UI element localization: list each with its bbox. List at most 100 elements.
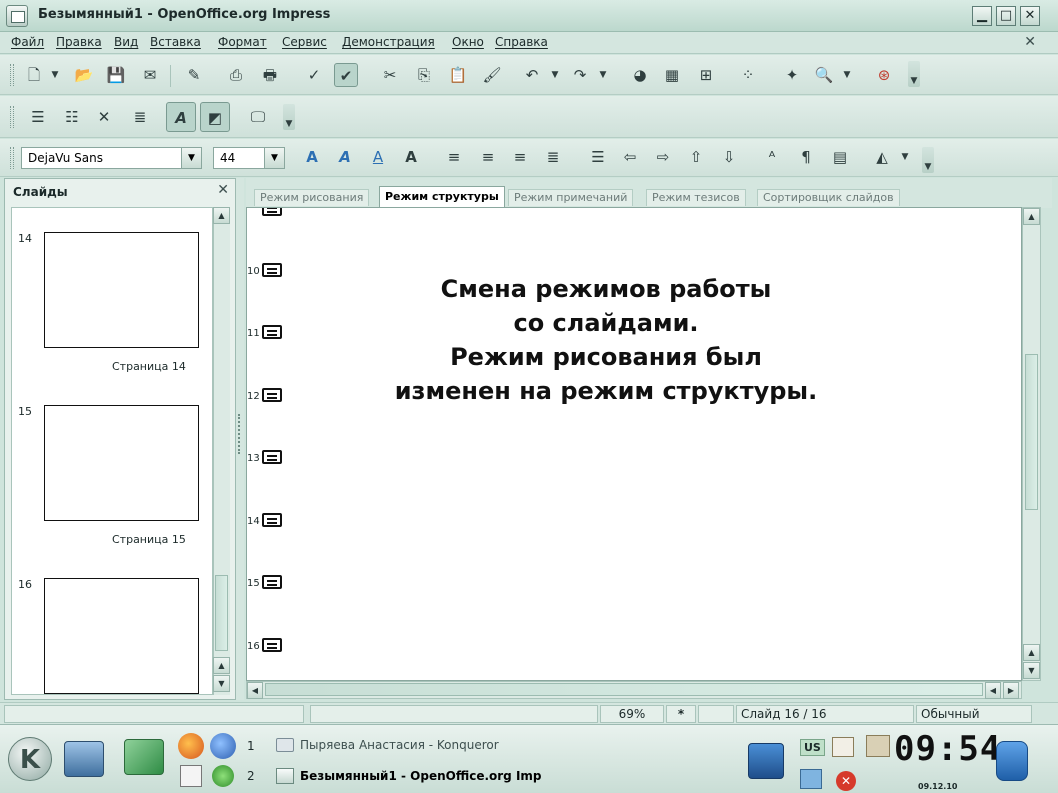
editor-horizontal-scrollbar[interactable]: ◀ ◀ ▶ <box>246 681 1022 699</box>
paste-icon[interactable]: 📋 <box>446 63 470 87</box>
chevron-down-icon[interactable]: ▼ <box>48 63 62 87</box>
minimize-button[interactable]: ▁ <box>972 6 992 26</box>
toolbar-overflow-icon[interactable]: ▼ <box>283 104 295 130</box>
undo-icon[interactable]: ↶ <box>520 63 544 87</box>
new-document-icon[interactable]: 🗋 <box>22 63 46 87</box>
scroll-thumb[interactable] <box>215 575 228 651</box>
slide-preview-icon[interactable]: 🖵 <box>246 105 270 129</box>
scroll-down-icon[interactable]: ▼ <box>213 675 230 692</box>
menu-format[interactable]: Формат <box>218 35 267 49</box>
zoom-dropdown-icon[interactable]: ▼ <box>840 63 854 87</box>
redo-dropdown-icon[interactable]: ▼ <box>596 63 610 87</box>
chart-icon[interactable]: ◕ <box>628 63 652 87</box>
clipboard-icon[interactable] <box>832 737 854 757</box>
slides-vertical-scrollbar[interactable]: ▲ ▲ ▼ <box>213 207 230 695</box>
align-right-icon[interactable]: ≡ <box>508 145 532 169</box>
scroll-right-icon[interactable]: ▶ <box>1003 682 1019 699</box>
scroll-up-icon[interactable]: ▲ <box>1023 644 1040 661</box>
slide-thumbnail[interactable] <box>44 405 199 521</box>
slide-outline-icon[interactable] <box>262 325 282 339</box>
network-icon[interactable] <box>800 769 822 789</box>
menu-file[interactable]: Файл <box>11 35 44 49</box>
slide-outline-icon[interactable] <box>262 513 282 527</box>
slide-outline-icon[interactable] <box>262 450 282 464</box>
redo-icon[interactable]: ↷ <box>568 63 592 87</box>
slide-outline-icon[interactable] <box>262 263 282 277</box>
editor-icon[interactable] <box>124 739 164 775</box>
all-levels-icon[interactable]: ☷ <box>60 105 84 129</box>
maximize-button[interactable]: □ <box>996 6 1016 26</box>
close-document-icon[interactable]: ✕ <box>1024 34 1036 50</box>
move-up-icon[interactable]: ⇧ <box>684 145 708 169</box>
font-work-icon[interactable]: ◭ <box>870 145 894 169</box>
scroll-down-icon[interactable]: ▼ <box>1023 662 1040 679</box>
zoom-level[interactable]: 69% <box>600 705 664 723</box>
chevron-down-icon[interactable]: ▼ <box>181 148 201 168</box>
slide-thumbnail[interactable] <box>44 232 199 348</box>
align-left-icon[interactable]: ≡ <box>442 145 466 169</box>
undo-dropdown-icon[interactable]: ▼ <box>548 63 562 87</box>
format-paintbrush-icon[interactable]: 🖌 <box>480 63 504 87</box>
chevron-down-icon[interactable]: ▼ <box>898 145 912 169</box>
cut-icon[interactable]: ✂ <box>378 63 402 87</box>
promote-arrow-left-icon[interactable]: ⇦ <box>618 145 642 169</box>
menu-help[interactable]: Справка <box>495 35 548 49</box>
show-formatting-icon[interactable]: ≣ <box>128 105 152 129</box>
scroll-thumb[interactable] <box>1025 354 1038 510</box>
scroll-left-icon[interactable]: ◀ <box>985 682 1001 699</box>
impress-app-icon[interactable] <box>6 5 28 27</box>
align-center-icon[interactable]: ≡ <box>476 145 500 169</box>
splitter-grip[interactable] <box>238 414 241 454</box>
save-icon[interactable]: 💾 <box>104 63 128 87</box>
slide-outline-icon[interactable] <box>262 638 282 652</box>
outline-font-icon[interactable]: A <box>300 145 324 169</box>
zoom-icon[interactable]: 🔍 <box>812 63 836 87</box>
apple-icon[interactable] <box>212 765 234 787</box>
trash-icon[interactable] <box>996 741 1028 781</box>
help-lifebuoy-icon[interactable]: ⊛ <box>872 63 896 87</box>
tab-drawing-view[interactable]: Режим рисования <box>254 189 370 206</box>
close-pane-icon[interactable]: ✕ <box>217 182 229 198</box>
tab-handout-view[interactable]: Режим тезисов <box>646 189 746 206</box>
toolbar-grip[interactable] <box>10 147 14 169</box>
task-impress[interactable]: Безымянный1 - OpenOffice.org Imp <box>300 769 542 783</box>
email-icon[interactable]: ✉ <box>138 63 162 87</box>
clock-time[interactable]: 09:54 <box>894 729 1001 769</box>
task-konqueror[interactable]: Пыряева Анастасия - Konqueror <box>300 738 499 752</box>
slide-thumbnail[interactable] <box>44 578 199 694</box>
slide-outline-icon[interactable] <box>262 575 282 589</box>
menu-view[interactable]: Вид <box>114 35 138 49</box>
edit-file-icon[interactable]: ✎ <box>182 63 206 87</box>
firefox-icon[interactable] <box>178 733 204 759</box>
keyboard-layout[interactable]: US <box>800 739 825 756</box>
network-error-icon[interactable]: ✕ <box>836 771 856 791</box>
menu-slideshow[interactable]: Демонстрация <box>342 35 435 49</box>
table-icon[interactable]: ▦ <box>660 63 684 87</box>
toolbar-overflow-icon[interactable]: ▼ <box>922 147 934 173</box>
first-level-icon[interactable]: ☰ <box>26 105 50 129</box>
move-down-icon[interactable]: ⇩ <box>717 145 741 169</box>
scroll-left-icon[interactable]: ◀ <box>247 682 263 699</box>
paragraph-icon[interactable]: ¶ <box>794 145 818 169</box>
save-disk-icon[interactable] <box>748 743 784 779</box>
navigator-icon[interactable]: ⊞ <box>694 63 718 87</box>
bullets-numbering-icon[interactable]: ▤ <box>828 145 852 169</box>
navigator-compass-icon[interactable]: ✦ <box>780 63 804 87</box>
pane-splitter[interactable] <box>236 178 244 700</box>
editor-vertical-scrollbar[interactable]: ▲ ▲ ▼ <box>1022 207 1041 681</box>
desktop-number[interactable]: 1 <box>247 739 255 753</box>
character-icon[interactable]: ᴬ <box>760 145 784 169</box>
copy-icon[interactable]: ⎘ <box>412 63 436 87</box>
scroll-up-icon[interactable]: ▲ <box>213 207 230 224</box>
font-size-combo[interactable]: 44 ▼ <box>213 147 285 169</box>
document-icon[interactable] <box>180 765 202 787</box>
spellcheck-icon[interactable]: ✓ <box>302 63 326 87</box>
black-white-icon[interactable]: ◩ <box>200 102 230 132</box>
menu-edit[interactable]: Правка <box>56 35 102 49</box>
grid-display-icon[interactable]: ⁘ <box>736 63 760 87</box>
toolbar-grip[interactable] <box>10 106 14 128</box>
scroll-thumb[interactable] <box>265 683 983 696</box>
computer-icon[interactable] <box>64 741 104 777</box>
print-icon[interactable]: 🖶 <box>258 63 282 87</box>
tab-notes-view[interactable]: Режим примечаний <box>508 189 634 206</box>
